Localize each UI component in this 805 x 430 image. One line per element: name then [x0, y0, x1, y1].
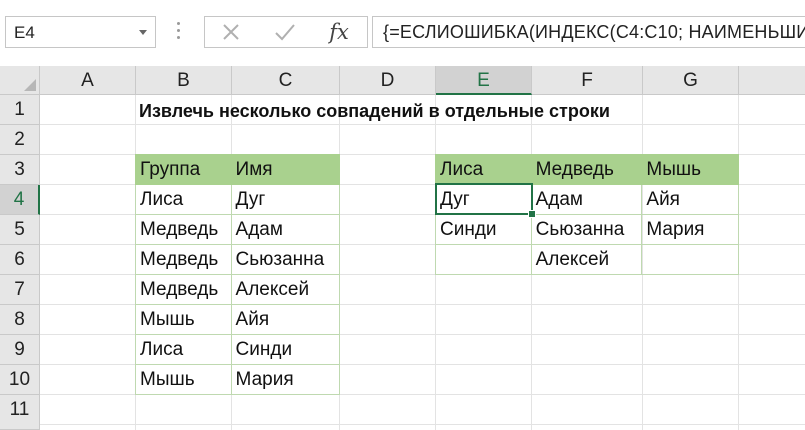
column-header-h[interactable]: [739, 66, 805, 95]
cell-name[interactable]: Синди: [230, 334, 341, 365]
result-cell[interactable]: [435, 244, 532, 275]
row-header-7[interactable]: 7: [0, 275, 40, 305]
select-all-corner[interactable]: [0, 66, 40, 95]
header-fox[interactable]: Лиса: [435, 154, 532, 185]
table-header-row: Лиса Медведь Мышь: [435, 154, 739, 185]
header-name[interactable]: Имя: [230, 154, 341, 185]
table-header-row: Группа Имя: [135, 154, 341, 185]
header-bear[interactable]: Медведь: [530, 154, 643, 185]
result-cell[interactable]: Сьюзанна: [530, 214, 643, 245]
row-header-9[interactable]: 9: [0, 335, 40, 365]
cell-group[interactable]: Лиса: [135, 334, 232, 365]
result-cell[interactable]: [641, 244, 739, 275]
table-row: Алексей: [435, 244, 739, 275]
cell-group[interactable]: Медведь: [135, 244, 232, 275]
formula-bar: E4 fx {=ЕСЛИОШИБКА(ИНДЕКС(C4:C10; НАИМЕН…: [0, 0, 805, 66]
column-header-c[interactable]: C: [232, 66, 340, 95]
sheet-title[interactable]: Извлечь несколько совпадений в отдельные…: [139, 96, 610, 126]
name-box[interactable]: E4: [5, 16, 156, 48]
row-header-10[interactable]: 10: [0, 365, 40, 395]
result-cell[interactable]: Синди: [435, 214, 532, 245]
fill-handle[interactable]: [528, 210, 536, 218]
result-cell[interactable]: Алексей: [530, 244, 643, 275]
row-header-5[interactable]: 5: [0, 215, 40, 245]
table-row: Лиса Синди: [135, 334, 341, 365]
cancel-icon[interactable]: [211, 19, 251, 45]
column-header-f[interactable]: F: [532, 66, 643, 95]
fx-label: fx: [329, 20, 349, 44]
header-mouse[interactable]: Мышь: [641, 154, 739, 185]
formula-text[interactable]: {=ЕСЛИОШИБКА(ИНДЕКС(C4:C10; НАИМЕНЬШИЙ(Е…: [383, 22, 805, 43]
row-header-2[interactable]: 2: [0, 125, 40, 155]
column-header-d[interactable]: D: [340, 66, 436, 95]
table-row: Лиса Дуг: [135, 184, 341, 215]
cell-group[interactable]: Мышь: [135, 304, 232, 335]
row-header-8[interactable]: 8: [0, 305, 40, 335]
result-cell[interactable]: Адам: [530, 184, 643, 215]
chevron-down-icon[interactable]: [139, 30, 147, 35]
result-cell[interactable]: Айя: [641, 184, 739, 215]
table-row: Медведь Алексей: [135, 274, 341, 305]
row-header-3[interactable]: 3: [0, 155, 40, 185]
header-group[interactable]: Группа: [135, 154, 232, 185]
function-fx-icon[interactable]: fx: [319, 19, 359, 45]
cell-name[interactable]: Алексей: [230, 274, 341, 305]
column-header-e[interactable]: E: [436, 66, 532, 95]
gridline: [40, 424, 805, 425]
column-header-a[interactable]: A: [40, 66, 136, 95]
cell-name[interactable]: Дуг: [230, 184, 341, 215]
table-row: Синди Сьюзанна Мария: [435, 214, 739, 245]
column-header-g[interactable]: G: [643, 66, 739, 95]
name-box-value[interactable]: E4: [14, 23, 35, 43]
row-header-6[interactable]: 6: [0, 245, 40, 275]
table-row: Мышь Мария: [135, 364, 341, 395]
cell-group[interactable]: Лиса: [135, 184, 232, 215]
source-table: Группа Имя Лиса Дуг Медведь Адам Медведь…: [135, 154, 341, 395]
column-header-b[interactable]: B: [136, 66, 232, 95]
table-row: Мышь Айя: [135, 304, 341, 335]
row-header-4[interactable]: 4: [0, 185, 40, 215]
row-header-11[interactable]: 11: [0, 395, 40, 430]
more-options-icon[interactable]: [176, 22, 182, 42]
cell-name[interactable]: Айя: [230, 304, 341, 335]
cell-name[interactable]: Мария: [230, 364, 341, 395]
cell-group[interactable]: Мышь: [135, 364, 232, 395]
select-all-triangle-icon: [24, 79, 36, 91]
enter-check-icon[interactable]: [265, 19, 305, 45]
row-header-1[interactable]: 1: [0, 95, 40, 125]
active-cell-selection[interactable]: [435, 183, 533, 215]
formula-buttons: fx: [204, 16, 368, 48]
table-row: Медведь Адам: [135, 214, 341, 245]
cell-name[interactable]: Сьюзанна: [230, 244, 341, 275]
cell-group[interactable]: Медведь: [135, 214, 232, 245]
cell-group[interactable]: Медведь: [135, 274, 232, 305]
cell-name[interactable]: Адам: [230, 214, 341, 245]
result-cell[interactable]: Мария: [641, 214, 739, 245]
formula-input[interactable]: {=ЕСЛИОШИБКА(ИНДЕКС(C4:C10; НАИМЕНЬШИЙ(Е…: [372, 16, 805, 48]
table-row: Медведь Сьюзанна: [135, 244, 341, 275]
